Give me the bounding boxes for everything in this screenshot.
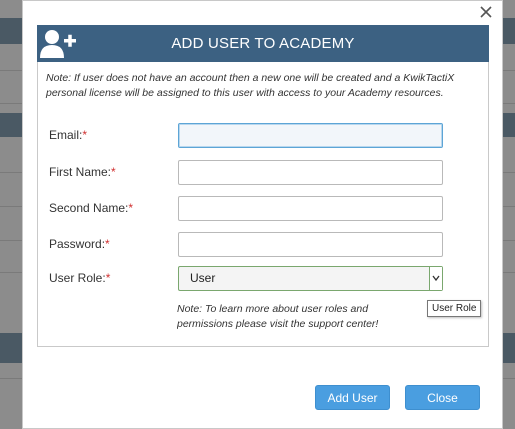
add-user-dialog: ADD USER TO ACADEMY Note: If user does n… [22, 0, 503, 429]
user-role-note-text: Note: To learn more about user roles and… [177, 303, 379, 330]
required-marker: * [105, 271, 111, 285]
chevron-down-icon[interactable] [429, 267, 442, 290]
password-label: Password:* [49, 237, 110, 251]
second-name-field[interactable] [178, 196, 443, 221]
required-marker: * [128, 201, 134, 215]
dialog-body: Note: If user does not have an account t… [37, 62, 489, 347]
email-label-text: Email: [49, 128, 83, 142]
account-note: Note: If user does not have an account t… [46, 72, 455, 99]
close-button[interactable]: Close [405, 385, 480, 410]
first-name-field[interactable] [178, 160, 443, 185]
close-icon[interactable] [478, 4, 494, 20]
password-field[interactable] [178, 232, 443, 257]
add-user-button[interactable]: Add User [315, 385, 390, 410]
required-marker: * [111, 165, 116, 179]
user-role-select[interactable]: User [178, 266, 443, 291]
user-role-note: Note: To learn more about user roles and… [177, 302, 437, 332]
password-label-text: Password: [49, 237, 106, 251]
dialog-header: ADD USER TO ACADEMY [37, 25, 489, 62]
user-role-label: User Role:* [49, 271, 110, 285]
user-role-value: User [190, 271, 216, 285]
dialog-title: ADD USER TO ACADEMY [171, 35, 355, 52]
first-name-label-text: First Name: [49, 165, 112, 179]
email-label: Email:* [49, 128, 87, 142]
user-role-label-text: User Role: [49, 271, 106, 285]
second-name-label: Second Name:* [49, 201, 133, 215]
email-field[interactable] [178, 123, 443, 148]
required-marker: * [82, 128, 88, 142]
required-marker: * [105, 237, 110, 251]
second-name-label-text: Second Name: [49, 201, 129, 215]
user-role-tooltip: User Role [427, 300, 482, 317]
first-name-label: First Name:* [49, 165, 116, 179]
